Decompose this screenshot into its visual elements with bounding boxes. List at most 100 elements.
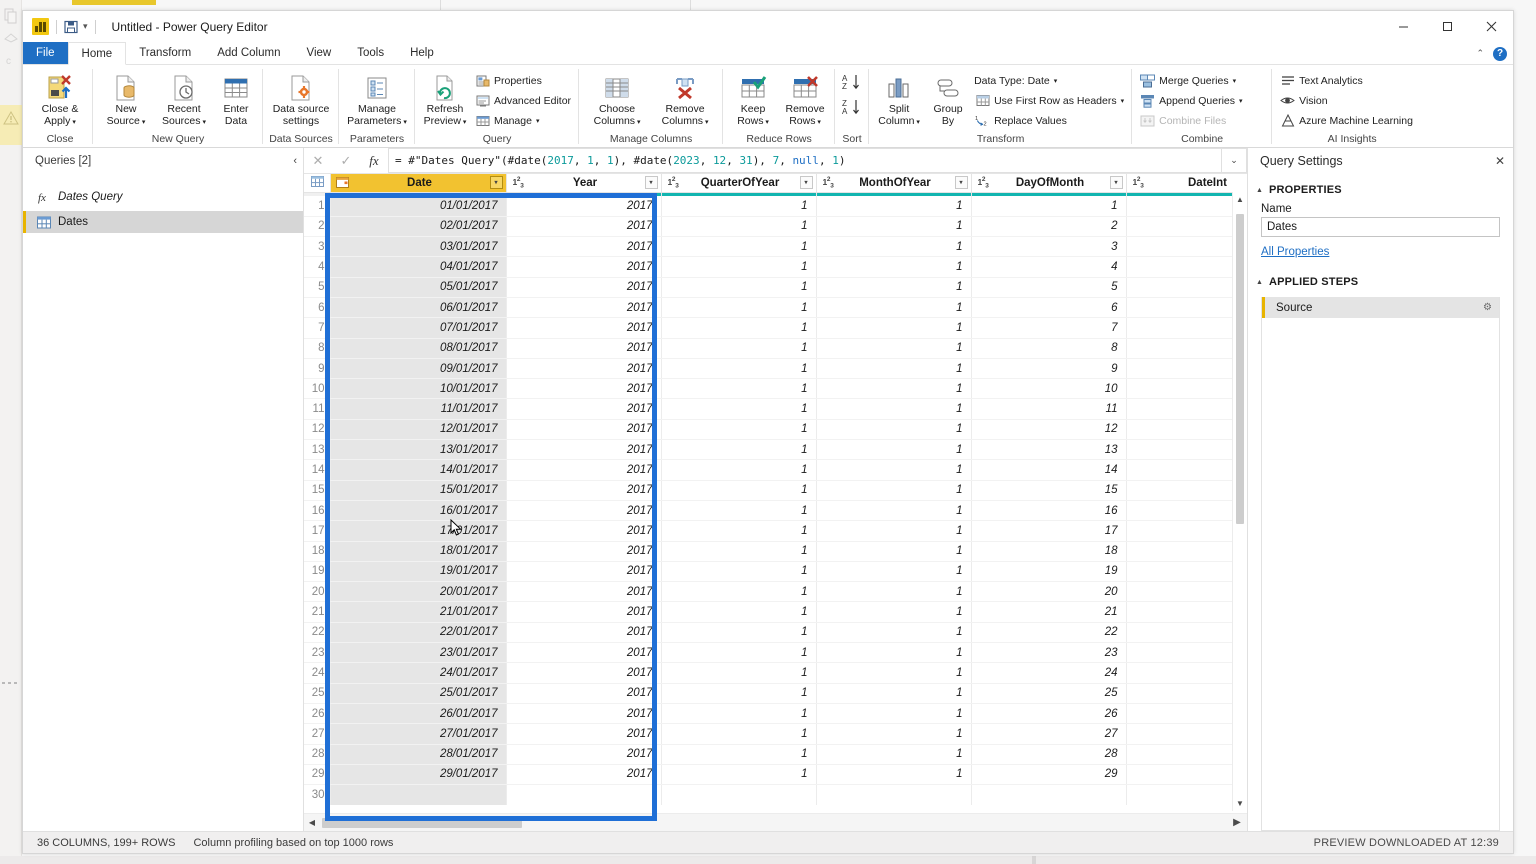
vertical-scroll-thumb[interactable] xyxy=(1236,214,1244,524)
table-cell-dateint[interactable]: 20170 xyxy=(1126,459,1247,481)
table-cell-dayofmonth[interactable]: 6 xyxy=(971,297,1127,319)
table-row[interactable]: 1616/01/20172017111620170 xyxy=(304,500,1247,522)
table-cell-dateint[interactable]: 20170 xyxy=(1126,358,1247,380)
table-cell-dayofmonth[interactable]: 18 xyxy=(971,541,1127,562)
table-cell-year[interactable]: 2017 xyxy=(506,683,662,704)
table-cell-dateint[interactable]: 20170 xyxy=(1126,744,1247,765)
tab-home[interactable]: Home xyxy=(67,42,127,65)
table-cell-year[interactable]: 2017 xyxy=(506,277,662,298)
table-cell-date[interactable] xyxy=(330,784,507,805)
table-row[interactable]: 606/01/2017201711620170 xyxy=(304,297,1247,319)
table-cell-year[interactable]: 2017 xyxy=(506,338,662,359)
table-cell-year[interactable]: 2017 xyxy=(506,317,662,339)
table-cell-date[interactable]: 27/01/2017 xyxy=(330,723,507,745)
column-filter-dropdown-icon[interactable]: ▾ xyxy=(799,176,813,190)
table-cell-quarterofyear[interactable]: 1 xyxy=(661,703,817,725)
table-row[interactable]: 2222/01/20172017112220170 xyxy=(304,622,1247,644)
table-cell-date[interactable]: 16/01/2017 xyxy=(330,500,507,522)
table-cell-year[interactable]: 2017 xyxy=(506,541,662,562)
table-cell-dateint[interactable]: 20170 xyxy=(1126,541,1247,562)
column-filter-dropdown-icon[interactable]: ▾ xyxy=(644,176,658,190)
tab-add-column[interactable]: Add Column xyxy=(204,42,293,64)
table-cell-dateint[interactable]: 20170 xyxy=(1126,581,1247,603)
table-cell-quarterofyear[interactable]: 1 xyxy=(661,216,817,238)
table-cell-dayofmonth[interactable]: 13 xyxy=(971,439,1127,461)
recent-sources-button[interactable]: Recent Sources ▾ xyxy=(156,69,212,128)
table-cell-year[interactable]: 2017 xyxy=(506,297,662,319)
table-cell-quarterofyear[interactable]: 1 xyxy=(661,581,817,603)
table-cell-dateint[interactable]: 20170 xyxy=(1126,419,1247,441)
table-cell-date[interactable]: 17/01/2017 xyxy=(330,520,507,542)
table-cell-quarterofyear[interactable]: 1 xyxy=(661,744,817,765)
table-cell-date[interactable]: 23/01/2017 xyxy=(330,642,507,664)
table-cell-dayofmonth[interactable]: 26 xyxy=(971,703,1127,725)
tab-transform[interactable]: Transform xyxy=(126,42,204,64)
chevron-down-icon[interactable]: ▲ xyxy=(1256,187,1263,194)
advanced-editor-button[interactable]: Advanced Editor xyxy=(472,91,574,110)
table-cell-monthofyear[interactable]: 1 xyxy=(816,196,972,217)
column-header-year[interactable]: 123 Year ▾ xyxy=(506,174,662,193)
table-cell-monthofyear[interactable]: 1 xyxy=(816,459,972,481)
table-cell-date[interactable]: 12/01/2017 xyxy=(330,419,507,441)
table-row[interactable]: 2828/01/20172017112820170 xyxy=(304,744,1247,765)
table-cell-dayofmonth[interactable]: 27 xyxy=(971,723,1127,745)
table-row[interactable]: 2929/01/20172017112920170 xyxy=(304,764,1247,786)
table-cell-dayofmonth[interactable]: 15 xyxy=(971,480,1127,501)
table-cell-monthofyear[interactable]: 1 xyxy=(816,358,972,380)
column-header-dateint[interactable]: 123DateInt▾ xyxy=(1126,174,1247,193)
scroll-left-icon[interactable]: ◀ xyxy=(304,818,320,827)
table-cell-year[interactable]: 2017 xyxy=(506,236,662,258)
close-button[interactable] xyxy=(1469,11,1513,42)
table-cell-monthofyear[interactable]: 1 xyxy=(816,703,972,725)
table-cell-year[interactable]: 2017 xyxy=(506,196,662,217)
minimize-button[interactable] xyxy=(1381,11,1425,42)
table-cell-dayofmonth[interactable]: 25 xyxy=(971,683,1127,704)
cancel-formula-icon[interactable]: ✕ xyxy=(304,148,332,173)
group-by-button[interactable]: Group By xyxy=(926,69,970,127)
manage-caret-icon[interactable]: ▾ xyxy=(536,117,540,125)
table-cell-year[interactable]: 2017 xyxy=(506,358,662,380)
table-cell-monthofyear[interactable] xyxy=(816,784,972,805)
table-cell-dayofmonth[interactable]: 2 xyxy=(971,216,1127,238)
table-cell-quarterofyear[interactable]: 1 xyxy=(661,196,817,217)
maximize-button[interactable] xyxy=(1425,11,1469,42)
properties-button[interactable]: Properties xyxy=(472,71,574,90)
table-cell-date[interactable]: 07/01/2017 xyxy=(330,317,507,339)
table-row[interactable]: 404/01/2017201711420170 xyxy=(304,256,1247,278)
applied-step-source[interactable]: Source ⚙ xyxy=(1262,297,1499,319)
table-cell-quarterofyear[interactable]: 1 xyxy=(661,338,817,359)
table-cell-quarterofyear[interactable]: 1 xyxy=(661,500,817,522)
table-cell-quarterofyear[interactable]: 1 xyxy=(661,439,817,461)
table-cell-quarterofyear[interactable]: 1 xyxy=(661,662,817,684)
table-cell-year[interactable]: 2017 xyxy=(506,662,662,684)
tab-file[interactable]: File xyxy=(23,42,68,64)
table-cell-quarterofyear[interactable]: 1 xyxy=(661,601,817,623)
table-cell-date[interactable]: 09/01/2017 xyxy=(330,358,507,380)
vertical-scrollbar[interactable]: ▲ ▼ xyxy=(1232,192,1247,811)
query-item-dates-query[interactable]: fx Dates Query xyxy=(23,186,303,208)
table-cell-dateint[interactable]: 20170 xyxy=(1126,723,1247,745)
table-cell-monthofyear[interactable]: 1 xyxy=(816,561,972,583)
table-cell-quarterofyear[interactable]: 1 xyxy=(661,520,817,542)
table-cell-monthofyear[interactable]: 1 xyxy=(816,520,972,542)
table-cell-monthofyear[interactable]: 1 xyxy=(816,500,972,522)
append-queries-button[interactable]: Append Queries ▾ xyxy=(1137,91,1267,110)
table-row[interactable]: 1111/01/20172017111120170 xyxy=(304,398,1247,420)
collapse-queries-pane-icon[interactable]: ‹ xyxy=(293,155,297,167)
table-cell-dayofmonth[interactable]: 1 xyxy=(971,196,1127,217)
table-cell-quarterofyear[interactable]: 1 xyxy=(661,561,817,583)
table-cell-dateint[interactable]: 20170 xyxy=(1126,256,1247,278)
table-cell-monthofyear[interactable]: 1 xyxy=(816,419,972,441)
table-cell-year[interactable]: 2017 xyxy=(506,723,662,745)
query-name-input[interactable]: Dates xyxy=(1261,217,1500,237)
table-cell-dayofmonth[interactable]: 28 xyxy=(971,744,1127,765)
table-cell-year[interactable]: 2017 xyxy=(506,378,662,400)
scroll-right-icon[interactable]: ▶ xyxy=(1227,817,1247,828)
table-row[interactable]: 2525/01/20172017112520170 xyxy=(304,683,1247,704)
table-cell-date[interactable]: 26/01/2017 xyxy=(330,703,507,725)
table-cell-date[interactable]: 18/01/2017 xyxy=(330,541,507,562)
table-cell-monthofyear[interactable]: 1 xyxy=(816,622,972,644)
append-caret-icon[interactable]: ▾ xyxy=(1239,97,1243,105)
table-row[interactable]: 2020/01/20172017112020170 xyxy=(304,581,1247,603)
table-cell-date[interactable]: 24/01/2017 xyxy=(330,662,507,684)
